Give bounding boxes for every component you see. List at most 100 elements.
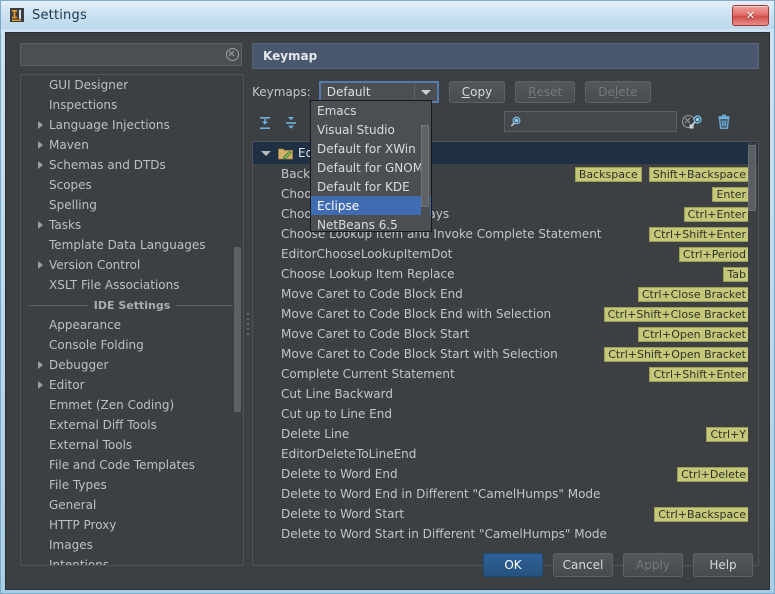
sidebar-item-http-proxy[interactable]: HTTP Proxy	[21, 515, 243, 535]
sidebar-item-external-tools[interactable]: External Tools	[21, 435, 243, 455]
action-name: Choose Lookup Item Replace	[281, 267, 455, 281]
action-search-field[interactable]	[504, 111, 695, 132]
reset-button-underline: R	[528, 85, 537, 99]
sidebar-item-external-diff-tools[interactable]: External Diff Tools	[21, 415, 243, 435]
sidebar-item-label: Template Data Languages	[49, 238, 206, 252]
sidebar-item-emmet-zen-coding[interactable]: Emmet (Zen Coding)	[21, 395, 243, 415]
shortcut-badge[interactable]: Ctrl+Backspace	[654, 506, 750, 522]
sidebar-item-general[interactable]: General	[21, 495, 243, 515]
chevron-right-icon[interactable]	[33, 355, 47, 375]
close-icon: ✕	[745, 9, 756, 22]
shortcut-badge[interactable]: Ctrl+Y	[706, 426, 750, 442]
sidebar-item-maven[interactable]: Maven	[21, 135, 243, 155]
sidebar-item-gui-designer[interactable]: GUI Designer	[21, 75, 243, 95]
sidebar-item-appearance[interactable]: Appearance	[21, 315, 243, 335]
shortcut-badge[interactable]: Ctrl+Shift+Close Bracket	[603, 306, 750, 322]
copy-keymap-button[interactable]: Copy	[448, 81, 506, 103]
action-shortcuts: Ctrl+Open Bracket	[638, 326, 750, 342]
help-button[interactable]: Help	[693, 553, 753, 577]
sidebar-item-tasks[interactable]: Tasks	[21, 215, 243, 235]
chevron-right-icon[interactable]	[33, 215, 47, 235]
sidebar-item-spelling[interactable]: Spelling	[21, 195, 243, 215]
keymap-option-emacs[interactable]: Emacs	[311, 101, 431, 120]
sidebar-item-console-folding[interactable]: Console Folding	[21, 335, 243, 355]
sidebar-item-xslt-file-associations[interactable]: XSLT File Associations	[21, 275, 243, 295]
reset-button-rest: eset	[536, 85, 563, 99]
chevron-right-icon[interactable]	[33, 375, 47, 395]
expand-all-icon[interactable]	[252, 111, 278, 135]
shortcut-badge[interactable]: Enter	[712, 186, 750, 202]
action-row[interactable]: Move Caret to Code Block Start Ctrl+Open …	[253, 324, 758, 344]
keymap-option-default-for-kde[interactable]: Default for KDE	[311, 177, 431, 196]
trash-icon[interactable]	[712, 111, 736, 133]
action-list-scrollbar-thumb[interactable]	[748, 145, 756, 211]
title-bar: Settings ✕	[1, 1, 774, 29]
cancel-button[interactable]: Cancel	[553, 553, 613, 577]
action-row[interactable]: Choose Lookup Item Replace Tab	[253, 264, 758, 284]
chevron-right-icon[interactable]	[33, 155, 47, 175]
keymap-option-visual-studio[interactable]: Visual Studio	[311, 120, 431, 139]
chevron-down-icon[interactable]	[413, 83, 437, 101]
panel-splitter[interactable]	[246, 313, 250, 335]
shortcut-badge[interactable]: Ctrl+Close Bracket	[637, 286, 750, 302]
close-button[interactable]: ✕	[732, 5, 769, 26]
action-row[interactable]: EditorDeleteToLineEnd	[253, 444, 758, 464]
sidebar-item-language-injections[interactable]: Language Injections	[21, 115, 243, 135]
shortcut-badge[interactable]: Ctrl+Open Bracket	[638, 326, 750, 342]
shortcut-badge[interactable]: Shift+Backspace	[648, 166, 750, 182]
sidebar-item-scopes[interactable]: Scopes	[21, 175, 243, 195]
action-row[interactable]: Delete to Word Start Ctrl+Backspace	[253, 504, 758, 524]
shortcut-badge[interactable]: Ctrl+Delete	[677, 466, 750, 482]
clear-icon[interactable]	[223, 43, 241, 66]
shortcut-badge[interactable]: Ctrl+Shift+Enter	[649, 366, 750, 382]
action-search-input[interactable]	[526, 113, 682, 130]
sidebar-item-debugger[interactable]: Debugger	[21, 355, 243, 375]
action-row[interactable]: Move Caret to Code Block End Ctrl+Close B…	[253, 284, 758, 304]
chevron-right-icon[interactable]	[33, 255, 47, 275]
sidebar-item-template-data-languages[interactable]: Template Data Languages	[21, 235, 243, 255]
keymap-option-default-for-gnome[interactable]: Default for GNOME	[311, 158, 431, 177]
reset-keymap-button[interactable]: Reset	[515, 81, 576, 103]
action-row[interactable]: Cut Line Backward	[253, 384, 758, 404]
settings-filter-input[interactable]	[21, 46, 223, 63]
sidebar-item-file-and-code-templates[interactable]: File and Code Templates	[21, 455, 243, 475]
action-row[interactable]: Delete Line Ctrl+Y	[253, 424, 758, 444]
shortcut-badge[interactable]: Ctrl+Enter	[683, 206, 750, 222]
find-by-shortcut-icon[interactable]	[684, 111, 708, 133]
keymap-option-default-for-xwin[interactable]: Default for XWin	[311, 139, 431, 158]
sidebar-item-inspections[interactable]: Inspections	[21, 95, 243, 115]
ok-button[interactable]: OK	[483, 553, 543, 577]
apply-button[interactable]: Apply	[623, 553, 683, 577]
settings-category-tree[interactable]: GUI Designer Inspections Language Injectio…	[20, 74, 244, 566]
chevron-right-icon[interactable]	[33, 115, 47, 135]
action-row[interactable]: Delete to Word End in Different "CamelHu…	[253, 484, 758, 504]
keymap-dropdown-popup[interactable]: Emacs Visual Studio Default for XWin Defaul…	[310, 100, 432, 232]
magnifier-icon	[505, 115, 526, 129]
shortcut-badge[interactable]: Ctrl+Shift+Open Bracket	[604, 346, 750, 362]
intellij-icon	[9, 7, 25, 23]
keymap-option-eclipse[interactable]: Eclipse	[311, 196, 431, 215]
keymap-option-netbeans-6-5[interactable]: NetBeans 6.5	[311, 215, 431, 232]
sidebar-item-version-control[interactable]: Version Control	[21, 255, 243, 275]
action-row[interactable]: EditorChooseLookupItemDot Ctrl+Period	[253, 244, 758, 264]
settings-filter[interactable]	[20, 43, 242, 66]
shortcut-badge[interactable]: Backspace	[574, 166, 642, 182]
shortcut-badge[interactable]: Ctrl+Period	[678, 246, 750, 262]
keymap-dropdown-scrollbar-thumb[interactable]	[421, 125, 429, 207]
action-row[interactable]: Delete to Word End Ctrl+Delete	[253, 464, 758, 484]
sidebar-item-schemas-and-dtds[interactable]: Schemas and DTDs	[21, 155, 243, 175]
action-row[interactable]: Move Caret to Code Block Start with Sele…	[253, 344, 758, 364]
shortcut-badge[interactable]: Tab	[723, 266, 750, 282]
shortcut-badge[interactable]: Ctrl+Shift+Enter	[649, 226, 750, 242]
action-row[interactable]: Move Caret to Code Block End with Select…	[253, 304, 758, 324]
chevron-right-icon[interactable]	[33, 135, 47, 155]
action-row[interactable]: Cut up to Line End	[253, 404, 758, 424]
sidebar-item-editor[interactable]: Editor	[21, 375, 243, 395]
sidebar-scrollbar-thumb[interactable]	[234, 247, 241, 412]
sidebar-item-file-types[interactable]: File Types	[21, 475, 243, 495]
delete-keymap-button[interactable]: De l ete	[585, 81, 651, 103]
action-row[interactable]: Complete Current Statement Ctrl+Shift+Ent…	[253, 364, 758, 384]
collapse-all-icon[interactable]	[278, 111, 304, 135]
